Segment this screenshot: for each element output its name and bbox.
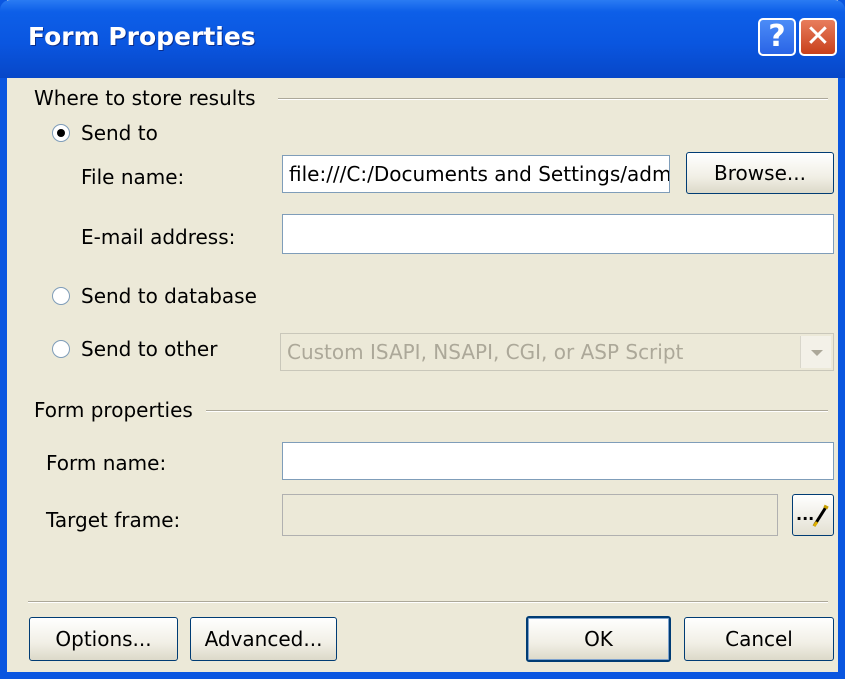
send-to-database-radio[interactable] xyxy=(52,287,70,305)
footer-divider xyxy=(28,601,828,603)
file-name-input[interactable]: file:///C:/Documents and Settings/admir xyxy=(282,155,670,193)
send-to-radio[interactable] xyxy=(52,124,70,142)
close-icon: ✕ xyxy=(805,19,831,54)
advanced-button[interactable]: Advanced... xyxy=(190,617,337,661)
file-name-label: File name: xyxy=(81,165,185,189)
chevron-down-icon[interactable] xyxy=(800,336,831,368)
send-to-other-radio[interactable] xyxy=(52,340,70,358)
close-button[interactable]: ✕ xyxy=(799,18,837,56)
send-to-label: Send to xyxy=(81,121,158,145)
send-to-other-select-value: Custom ISAPI, NSAPI, CGI, or ASP Script xyxy=(287,340,684,364)
ok-button[interactable]: OK xyxy=(526,616,671,662)
dialog-title: Form Properties xyxy=(28,22,256,51)
send-to-other-label: Send to other xyxy=(81,337,218,361)
form-name-input[interactable] xyxy=(282,442,834,480)
help-button[interactable]: ? xyxy=(758,18,796,56)
send-to-other-select[interactable]: Custom ISAPI, NSAPI, CGI, or ASP Script xyxy=(280,333,834,371)
target-frame-input[interactable] xyxy=(282,494,778,536)
cancel-button[interactable]: Cancel xyxy=(684,617,834,661)
store-results-divider xyxy=(278,98,828,100)
target-frame-label: Target frame: xyxy=(46,508,181,532)
target-frame-picker-button[interactable]: ... xyxy=(792,494,834,536)
email-label: E-mail address: xyxy=(81,225,236,249)
form-properties-divider xyxy=(206,410,828,412)
title-bar[interactable]: Form Properties ? ✕ xyxy=(0,0,845,78)
form-properties-heading: Form properties xyxy=(34,398,193,422)
store-results-heading: Where to store results xyxy=(34,86,256,110)
form-name-label: Form name: xyxy=(46,451,167,475)
help-icon: ? xyxy=(768,19,786,54)
send-to-database-label: Send to database xyxy=(81,284,257,308)
pencil-icon xyxy=(812,504,829,527)
email-input[interactable] xyxy=(282,214,834,254)
options-button[interactable]: Options... xyxy=(29,617,178,661)
browse-button[interactable]: Browse... xyxy=(686,152,834,194)
